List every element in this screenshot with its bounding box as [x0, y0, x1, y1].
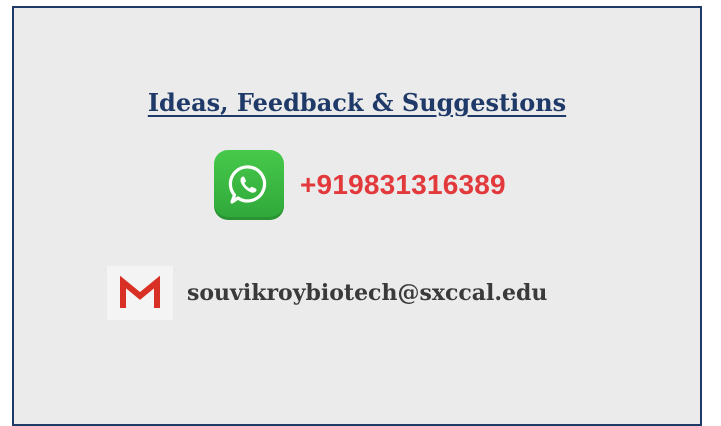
email-row: souvikroybiotech@sxccal.edu: [107, 266, 547, 320]
phone-row: +919831316389: [214, 150, 506, 220]
phone-number[interactable]: +919831316389: [300, 169, 506, 201]
gmail-icon[interactable]: [107, 266, 173, 320]
contact-card: Ideas, Feedback & Suggestions +919831316…: [12, 6, 702, 426]
contact-title: Ideas, Feedback & Suggestions: [147, 88, 567, 117]
email-address[interactable]: souvikroybiotech@sxccal.edu: [187, 280, 547, 306]
whatsapp-icon[interactable]: [214, 150, 284, 220]
